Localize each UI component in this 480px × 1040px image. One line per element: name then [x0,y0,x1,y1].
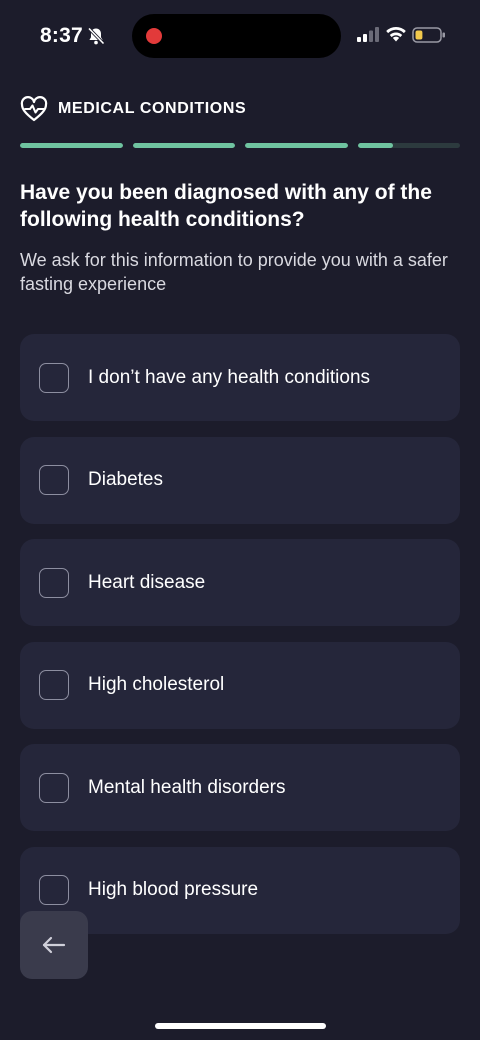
checkbox[interactable] [39,772,69,803]
progress-bar [20,143,460,148]
option-label: I don’t have any health conditions [88,366,371,388]
screen: 8:37 MEDICAL CONDITIONS Have you been di… [0,0,480,1040]
wifi-icon [386,26,406,42]
cellular-signal-icon [357,27,379,42]
condition-option[interactable]: I don’t have any health conditions [20,334,460,421]
back-button[interactable] [20,911,88,979]
status-time: 8:37 [40,24,83,47]
home-indicator[interactable] [155,1023,326,1029]
condition-options-list: I don’t have any health conditions Diabet… [20,334,460,949]
battery-icon [412,27,445,43]
checkbox[interactable] [39,670,69,700]
recording-indicator-icon [146,28,162,44]
condition-option[interactable]: Mental health disorders [20,744,460,831]
option-label: High cholesterol [88,674,225,695]
progress-segment [245,143,348,148]
option-label: Diabetes [88,469,163,490]
progress-segment [357,143,460,148]
progress-segment-fill [132,143,235,148]
question-title: Have you been diagnosed with any of the … [20,181,432,231]
option-label: Mental health disorders [88,776,286,798]
option-label: Heart disease [88,571,206,593]
progress-segment [132,143,235,148]
progress-segment-fill [20,143,123,148]
progress-segment-fill [357,143,394,148]
progress-segment [20,143,123,148]
progress-segment-fill [245,143,348,148]
checkbox[interactable] [39,465,69,495]
option-label: High blood pressure [88,879,259,900]
checkbox[interactable] [39,362,69,393]
bell-off-icon [87,27,105,45]
section-label: MEDICAL CONDITIONS [58,100,247,117]
arrow-left-icon [42,936,66,954]
condition-option[interactable]: High cholesterol [20,641,460,729]
dynamic-island [132,14,341,58]
checkbox[interactable] [39,875,69,905]
condition-option[interactable]: Heart disease [20,539,460,626]
status-bar: 8:37 [0,0,480,72]
section-header: MEDICAL CONDITIONS [20,95,246,123]
checkbox[interactable] [39,567,69,598]
condition-option[interactable]: Diabetes [20,436,460,524]
heart-pulse-icon [20,96,48,122]
question-subtitle: We ask for this information to provide y… [20,250,448,294]
